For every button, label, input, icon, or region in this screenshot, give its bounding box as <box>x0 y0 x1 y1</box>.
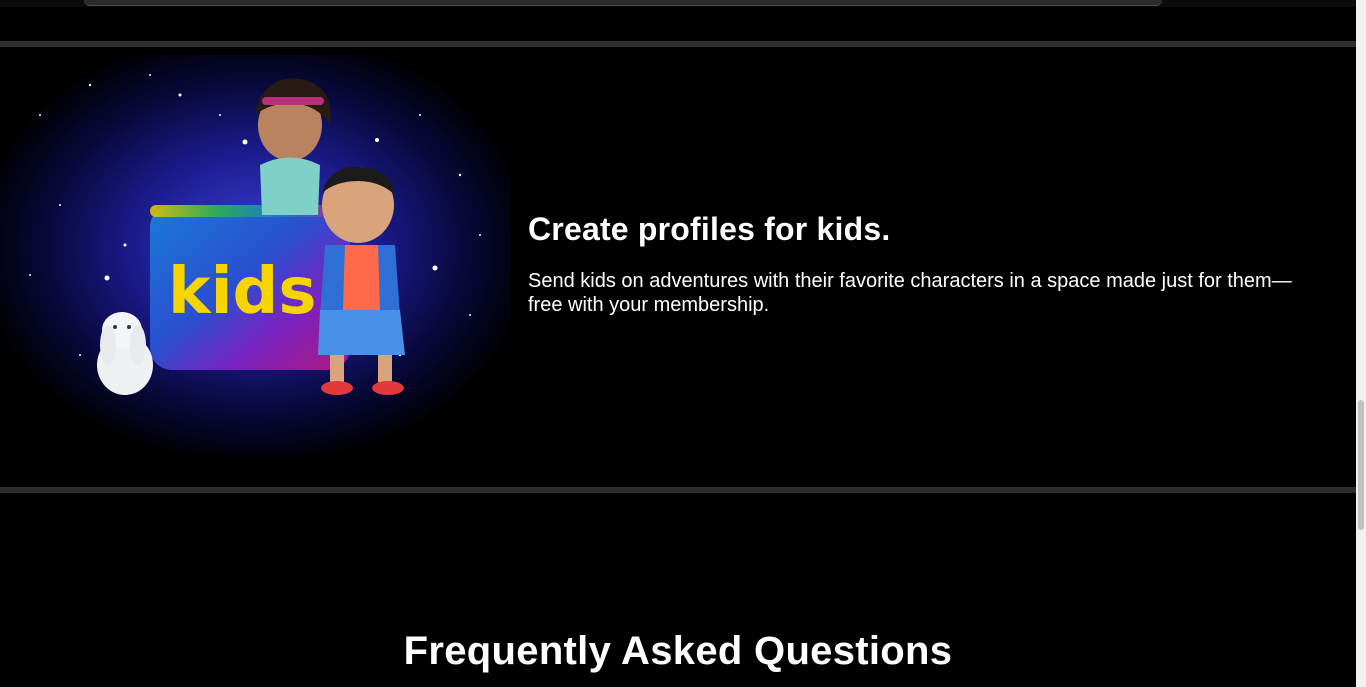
previous-section-bar <box>84 0 1162 6</box>
faq-heading: Frequently Asked Questions <box>403 629 953 673</box>
kids-feature-title: Create profiles for kids. <box>528 211 891 247</box>
kids-badge-text: kids <box>168 255 316 329</box>
page-scrollbar[interactable] <box>1356 0 1366 687</box>
kids-feature-description: Send kids on adventures with their favor… <box>528 270 1292 316</box>
scrollbar-thumb[interactable] <box>1358 400 1364 530</box>
section-divider <box>0 487 1356 493</box>
kids-profile-illustration: kids <box>0 55 510 455</box>
kids-profiles-section: kids Create profiles for kids. Send kids… <box>0 47 1356 487</box>
previous-section-edge <box>0 0 1356 7</box>
kids-feature-text: Create profiles for kids. Send kids on a… <box>528 209 1328 317</box>
page-viewport: kids Create profiles for kids. Send kids… <box>0 0 1356 687</box>
